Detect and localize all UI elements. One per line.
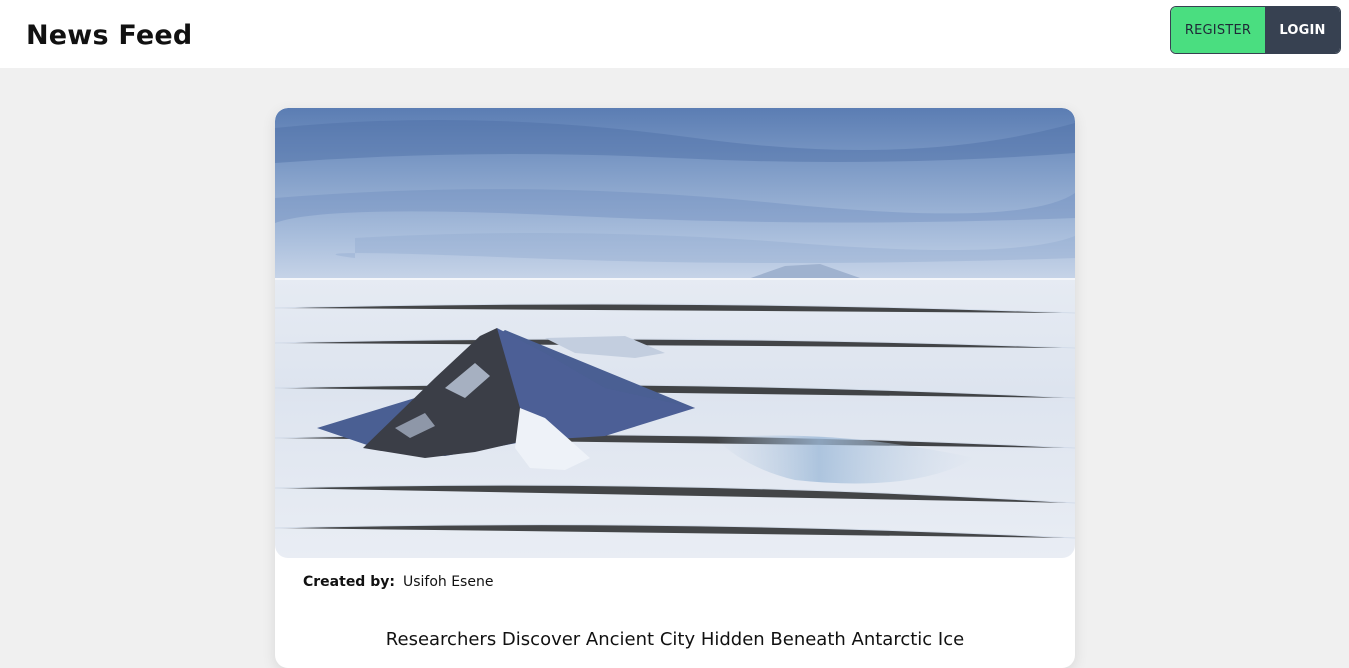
app-title: News Feed [26,20,193,51]
author-name: Usifoh Esene [402,574,494,590]
article-image[interactable] [275,108,1075,558]
antarctic-landscape-image [275,108,1075,558]
created-by-label: Created by: [303,574,395,590]
auth-buttons: REGISTER LOGIN [1170,6,1341,54]
register-button[interactable]: REGISTER [1171,7,1265,53]
news-card[interactable]: Created by: Usifoh Esene Researchers Dis… [275,108,1075,668]
login-button[interactable]: LOGIN [1265,7,1340,53]
top-bar: News Feed REGISTER LOGIN [0,0,1349,68]
article-meta: Created by: Usifoh Esene [303,574,493,590]
article-title[interactable]: Researchers Discover Ancient City Hidden… [275,629,1075,650]
